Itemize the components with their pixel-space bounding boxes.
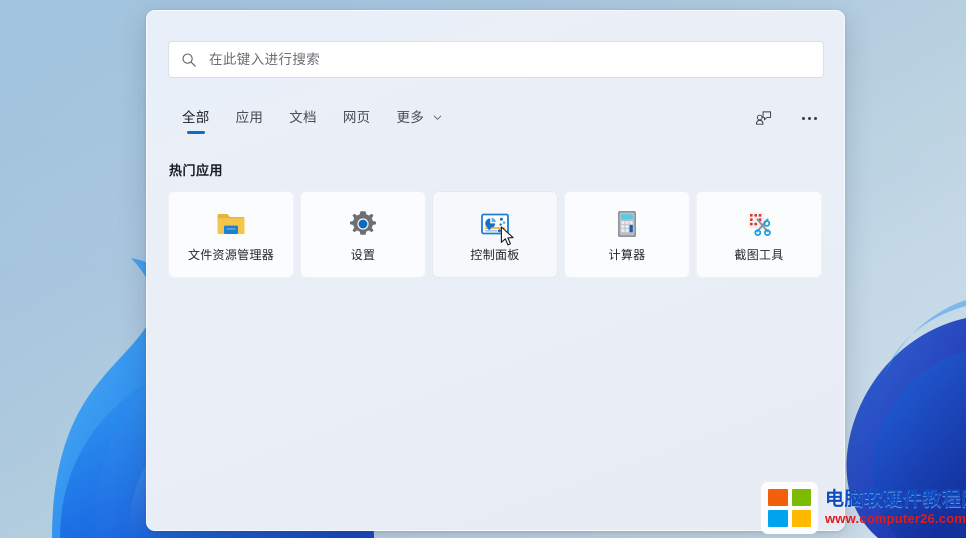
calculator-icon bbox=[618, 211, 636, 237]
snipping-tool-icon bbox=[748, 212, 771, 237]
filter-tabs: 全部 应用 文档 网页 更多 bbox=[169, 104, 455, 138]
tab-active-underline bbox=[186, 131, 205, 134]
tab-all-label: 全部 bbox=[182, 110, 210, 125]
watermark-text: 电脑软硬件教程网 www.computer26.com bbox=[825, 490, 966, 525]
tab-documents-label: 文档 bbox=[289, 110, 317, 125]
tab-web[interactable]: 网页 bbox=[330, 104, 384, 138]
chevron-down-icon bbox=[433, 115, 442, 120]
app-tile-file-explorer[interactable]: 文件资源管理器 bbox=[168, 191, 294, 278]
app-tile-control-panel[interactable]: 控制面板 bbox=[432, 191, 558, 278]
watermark-url: www.computer26.com bbox=[825, 511, 966, 526]
search-input[interactable]: 在此键入进行搜索 bbox=[168, 41, 824, 78]
app-tile-calculator[interactable]: 计算器 bbox=[564, 191, 690, 278]
search-flyout-panel: 在此键入进行搜索 全部 应用 文档 网页 更多 热门应用 文件资源管理器 设置 … bbox=[146, 10, 845, 531]
search-placeholder: 在此键入进行搜索 bbox=[209, 51, 321, 67]
control-panel-icon bbox=[481, 213, 509, 235]
windows-logo-icon bbox=[761, 481, 818, 534]
gear-icon bbox=[350, 211, 376, 235]
tab-more[interactable]: 更多 bbox=[383, 104, 455, 138]
app-label: 计算器 bbox=[608, 248, 646, 262]
tab-apps[interactable]: 应用 bbox=[223, 104, 277, 138]
tab-web-label: 网页 bbox=[342, 110, 371, 125]
tab-all[interactable]: 全部 bbox=[169, 104, 223, 138]
folder-icon bbox=[217, 214, 245, 234]
app-label: 截图工具 bbox=[734, 248, 784, 262]
app-label: 控制面板 bbox=[470, 248, 520, 262]
more-options-button[interactable] bbox=[796, 105, 822, 131]
tab-more-label: 更多 bbox=[396, 110, 425, 125]
panel-header-actions bbox=[750, 105, 822, 131]
site-watermark: 电脑软硬件教程网 www.computer26.com bbox=[757, 477, 966, 538]
watermark-title: 电脑软硬件教程网 bbox=[825, 489, 966, 510]
top-apps-heading: 热门应用 bbox=[169, 163, 224, 178]
app-label: 设置 bbox=[350, 248, 376, 262]
app-label: 文件资源管理器 bbox=[187, 248, 275, 262]
tab-documents[interactable]: 文档 bbox=[276, 104, 330, 138]
feedback-button[interactable] bbox=[750, 105, 776, 131]
app-tile-settings[interactable]: 设置 bbox=[300, 191, 426, 278]
more-options-icon bbox=[801, 116, 817, 120]
app-tile-snipping-tool[interactable]: 截图工具 bbox=[696, 191, 822, 278]
tab-apps-label: 应用 bbox=[235, 110, 264, 125]
feedback-icon bbox=[755, 110, 771, 125]
desktop: 在此键入进行搜索 全部 应用 文档 网页 更多 热门应用 文件资源管理器 设置 … bbox=[0, 0, 966, 538]
search-icon bbox=[182, 52, 196, 67]
top-apps-grid: 文件资源管理器 设置 控制面板 计算器 截图工具 bbox=[168, 191, 822, 278]
